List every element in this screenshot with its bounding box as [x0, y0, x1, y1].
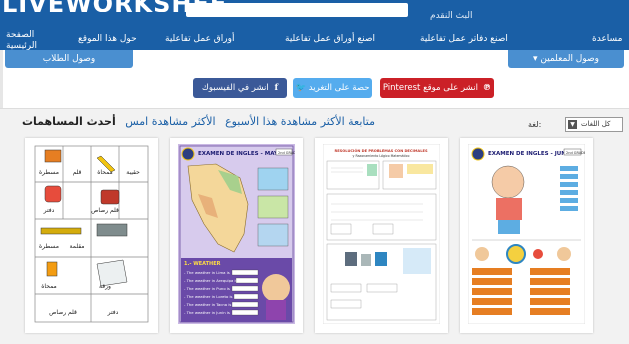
worksheet-thumbnail: RESOLUCIÓN DE PROBLEMAS CON DECIMALES y … [323, 144, 440, 324]
tabs-row: متابعة الأكثر مشاهدة هذا الأسبوع الأكثر … [16, 115, 375, 128]
language-selected: كل اللغات [581, 120, 611, 128]
tab-most-viewed-week[interactable]: الأكثر مشاهدة هذا الأسبوع [225, 115, 345, 128]
language-select[interactable]: ▼ كل اللغات [565, 117, 623, 132]
svg-text:- The weather in Tacna is: - The weather in Tacna is [184, 302, 231, 307]
nav-interactive-worksheets[interactable]: أوراق عمل تفاعلية [165, 34, 234, 44]
facebook-share-label: انشر في الفيسبوك [201, 83, 269, 93]
svg-text:دفتر: دفتر [43, 207, 55, 214]
svg-text:- The weather in Lima is: - The weather in Lima is [184, 270, 230, 275]
school-supplies-preview: مسطرة قلم ممحاة حقيبة دفتر قلم رصاص مسطرة مق… [33, 144, 150, 324]
english-exam-june-preview: EXAMEN DE INGLES - JUNIO 2nd GRADE [468, 144, 585, 324]
facebook-icon: f [274, 83, 279, 93]
svg-text:- The weather in Puno is: - The weather in Puno is [184, 286, 230, 291]
chevron-down-icon: ▾ [533, 54, 538, 64]
svg-text:دفتر: دفتر [107, 309, 119, 316]
pinterest-share-label: Pinterest انشر على موقع [382, 83, 478, 93]
worksheet-card-decimal-problems[interactable]: RESOLUCIÓN DE PROBLEMAS CON DECIMALES y … [315, 138, 448, 333]
svg-text:مسطرة: مسطرة [39, 169, 59, 176]
svg-text:2nd GRADE: 2nd GRADE [278, 151, 295, 155]
svg-text:ورقة: ورقة [99, 283, 111, 290]
svg-text:مسطرة: مسطرة [39, 243, 59, 250]
main-nav: الصفحة الرئيسية حول هذا الموقع أوراق عمل… [0, 28, 629, 52]
svg-text:1.- WEATHER: 1.- WEATHER [184, 261, 221, 267]
teachers-access-label: وصول المعلمين [540, 54, 599, 64]
language-label: لغة: [528, 120, 542, 129]
tab-follow[interactable]: متابعة [348, 115, 375, 128]
svg-text:EXAMEN DE INGLES - JUNIO: EXAMEN DE INGLES - JUNIO [488, 151, 573, 157]
decimal-problems-preview: RESOLUCIÓN DE PROBLEMAS CON DECIMALES y … [323, 144, 440, 324]
pinterest-icon: ℗ [482, 83, 492, 93]
twitter-icon: 🐦 [295, 83, 307, 93]
svg-text:حقيبة: حقيبة [126, 169, 140, 176]
worksheet-card-english-exam-june[interactable]: EXAMEN DE INGLES - JUNIO 2nd GRADE [460, 138, 593, 333]
twitter-share-button[interactable]: 🐦 حصة على التغريد [293, 78, 372, 98]
students-access-button[interactable]: وصول الطلاب [5, 50, 133, 68]
worksheet-thumbnail: EXAMEN DE INGLES - MAYO 2nd GRADE 1.- WE… [178, 144, 295, 324]
header-status-text: البث النقدم [430, 11, 473, 21]
nav-about[interactable]: حول هذا الموقع [78, 34, 137, 44]
nav-help[interactable]: مساعدة [592, 34, 622, 44]
svg-text:قلم رصاص: قلم رصاص [49, 309, 77, 316]
search-input[interactable] [186, 3, 408, 17]
svg-text:قلم: قلم [73, 169, 82, 176]
svg-text:ممحاة: ممحاة [97, 169, 113, 176]
facebook-share-button[interactable]: انشر في الفيسبوك f [193, 78, 287, 98]
worksheet-card-english-exam-may[interactable]: EXAMEN DE INGLES - MAYO 2nd GRADE 1.- WE… [170, 138, 303, 333]
svg-text:- The weather in Junin is: - The weather in Junin is [184, 310, 230, 315]
svg-text:2nd GRADE: 2nd GRADE [566, 151, 585, 155]
teachers-access-button[interactable]: ▾ وصول المعلمين [508, 50, 624, 68]
svg-text:y Razonamiento Lógico Matemáti: y Razonamiento Lógico Matemático [353, 154, 410, 158]
svg-text:- The weather in Arequipa is: - The weather in Arequipa is [184, 278, 238, 283]
worksheet-card-school-supplies[interactable]: مسطرة قلم ممحاة حقيبة دفتر قلم رصاص مسطرة مق… [25, 138, 158, 333]
nav-home[interactable]: الصفحة الرئيسية [6, 30, 46, 52]
nav-make-worksheets[interactable]: اصنع أوراق عمل تفاعلية [285, 34, 375, 44]
tab-latest[interactable]: أحدث المساهمات [22, 115, 116, 128]
twitter-share-label: حصة على التغريد [308, 83, 370, 93]
svg-text:- The weather in Loreto is: - The weather in Loreto is [184, 294, 233, 299]
svg-text:RESOLUCIÓN DE PROBLEMAS CON DE: RESOLUCIÓN DE PROBLEMAS CON DECIMALES [334, 148, 428, 153]
english-exam-may-preview: EXAMEN DE INGLES - MAYO 2nd GRADE 1.- WE… [178, 144, 295, 324]
top-header: LIVEWORKSHEETS البث النقدم [0, 0, 629, 28]
svg-text:ممحاة: ممحاة [41, 283, 57, 290]
svg-text:قلم رصاص: قلم رصاص [91, 207, 119, 214]
nav-make-workbooks[interactable]: اصنع دفاتر عمل تفاعلية [420, 34, 508, 44]
svg-text:EXAMEN DE INGLES - MAYO: EXAMEN DE INGLES - MAYO [198, 151, 283, 157]
pinterest-share-button[interactable]: Pinterest انشر على موقع ℗ [380, 78, 494, 98]
worksheet-thumbnail: مسطرة قلم ممحاة حقيبة دفتر قلم رصاص مسطرة مق… [33, 144, 150, 324]
tab-most-viewed-yesterday[interactable]: الأكثر مشاهدة امس [125, 115, 215, 128]
chevron-down-icon: ▼ [568, 120, 577, 129]
svg-text:مقلمة: مقلمة [70, 243, 85, 250]
worksheet-thumbnail: EXAMEN DE INGLES - JUNIO 2nd GRADE [468, 144, 585, 324]
